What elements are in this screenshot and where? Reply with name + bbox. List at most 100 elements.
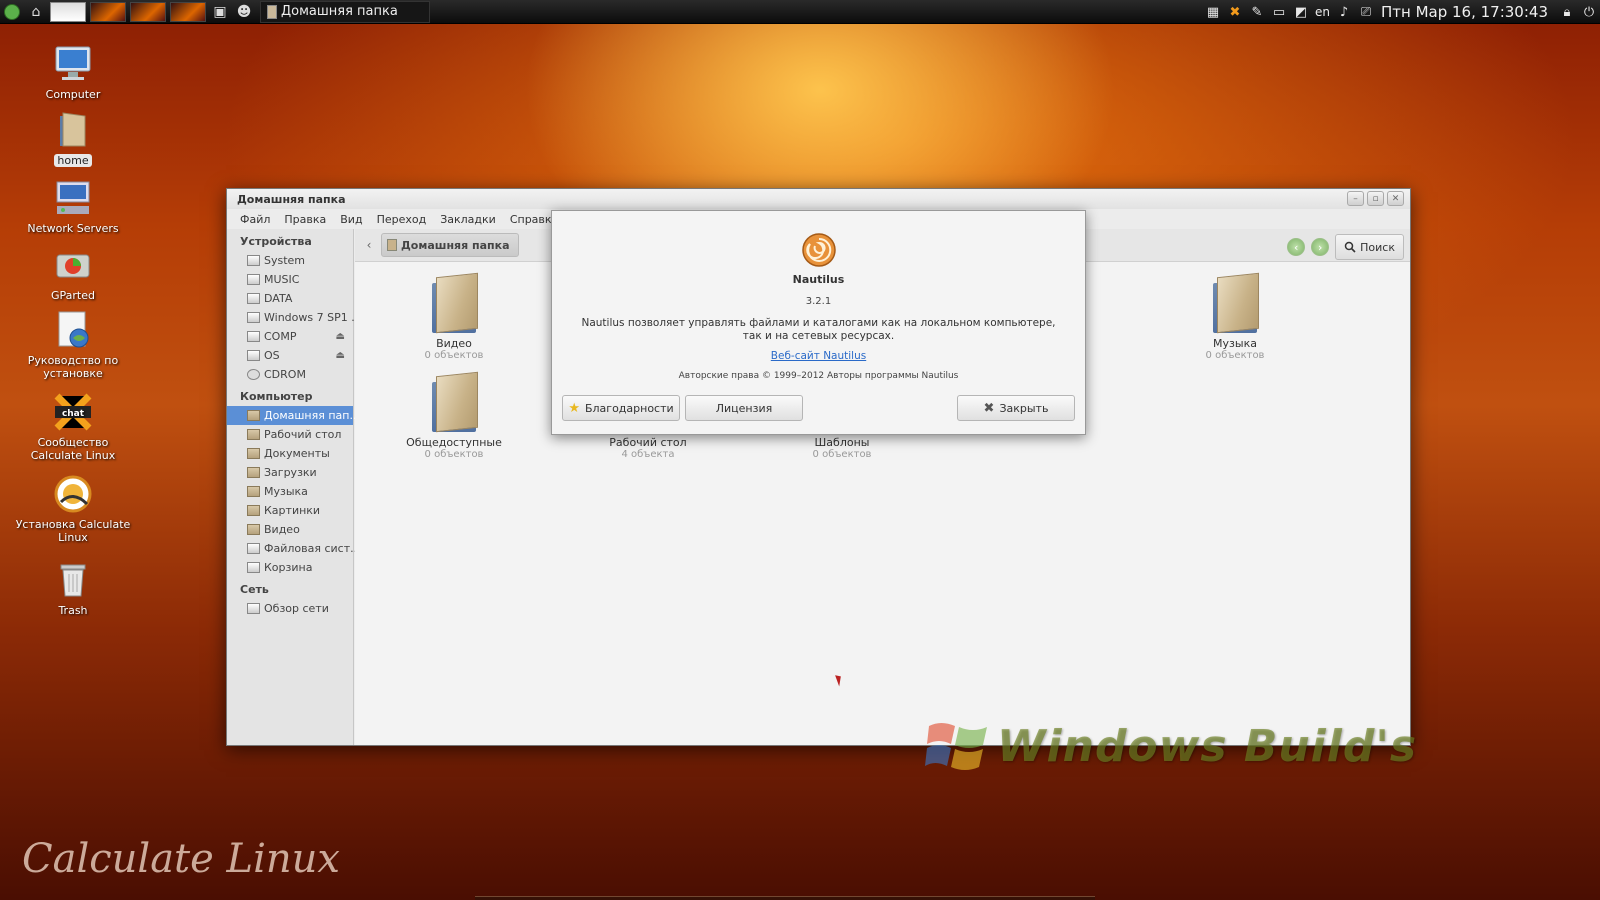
minimize-button[interactable]: – — [1347, 191, 1364, 206]
sidebar-item-downloads[interactable]: Загрузки — [227, 463, 353, 482]
sidebar: Устройства System MUSIC DATA Windows 7 S… — [227, 229, 362, 745]
file-item-videos[interactable]: Видео 0 объектов — [399, 272, 509, 361]
file-name: Видео — [436, 337, 472, 350]
sidebar-item-documents[interactable]: Документы — [227, 444, 353, 463]
sidebar-item-system[interactable]: System — [227, 251, 353, 270]
workspace-2[interactable] — [90, 1, 126, 22]
nav-back-icon[interactable]: ‹ — [1287, 238, 1306, 256]
home-button[interactable]: ⌂ — [24, 0, 48, 24]
sidebar-item-music-drive[interactable]: MUSIC — [227, 270, 353, 289]
file-item-music[interactable]: Музыка 0 объектов — [1180, 272, 1290, 361]
network-icon[interactable]: ⎚ — [1355, 0, 1377, 24]
workspace-1[interactable] — [50, 1, 86, 22]
license-button[interactable]: Лицензия — [685, 395, 803, 421]
sidebar-item-os[interactable]: OS ⏏ — [227, 346, 353, 365]
system-tray: ▦ ✖ ✎ ▭ ◩ en ♪ ⎚ Птн Мар 16, 17:30:43 🔒︎… — [1202, 0, 1600, 24]
about-description: Nautilus позволяет управлять файлами и к… — [581, 317, 1056, 342]
desktop-icon-trash[interactable]: Trash — [12, 560, 134, 617]
sidebar-item-filesystem[interactable]: Файловая сист... — [227, 539, 361, 558]
sidebar-item-videos[interactable]: Видео — [227, 520, 353, 539]
taskbar-item-label: Домашняя папка — [281, 4, 398, 19]
menu-file[interactable]: Файл — [233, 213, 277, 226]
sidebar-item-music[interactable]: Музыка — [227, 482, 353, 501]
desktop-icon-computer[interactable]: Computer — [12, 44, 134, 101]
keyboard-layout[interactable]: en — [1312, 5, 1333, 19]
desktop-icon-installer[interactable]: Установка Calculate Linux — [12, 474, 134, 544]
credits-button[interactable]: ★ Благодарности — [562, 395, 680, 421]
menu-edit[interactable]: Правка — [277, 213, 333, 226]
sidebar-item-label: Картинки — [264, 504, 321, 517]
trash-icon — [247, 562, 260, 573]
apps-menu-button[interactable] — [0, 0, 24, 24]
sidebar-item-comp[interactable]: COMP ⏏ — [227, 327, 353, 346]
sidebar-item-windows7[interactable]: Windows 7 SP1 ... — [227, 308, 362, 327]
file-count: 0 объектов — [812, 449, 872, 460]
power-icon[interactable]: ⏻ — [1578, 0, 1600, 24]
desktop-icon-network-servers[interactable]: Network Servers — [12, 178, 134, 235]
trash-icon — [53, 560, 93, 600]
network-servers-icon — [53, 178, 93, 218]
eject-icon[interactable]: ⏏ — [336, 331, 345, 342]
lock-icon[interactable]: 🔒︎ — [1556, 0, 1578, 24]
desktop-icon-label: Computer — [45, 88, 101, 101]
desktop-folder-icon — [247, 429, 260, 440]
sidebar-item-data[interactable]: DATA — [227, 289, 353, 308]
manual-icon — [53, 310, 93, 350]
sidebar-item-cdrom[interactable]: CDROM — [227, 365, 353, 384]
taskbar-item-home-folder[interactable]: Домашняя папка — [260, 0, 430, 23]
sidebar-item-trash[interactable]: Корзина — [227, 558, 353, 577]
home-folder-icon — [247, 410, 260, 421]
home-folder-icon — [53, 110, 93, 150]
home-icon: ⌂ — [31, 3, 41, 20]
clock[interactable]: Птн Мар 16, 17:30:43 — [1381, 3, 1548, 21]
menu-go[interactable]: Переход — [370, 213, 434, 226]
folder-tray-icon[interactable]: ▭ — [1268, 0, 1290, 24]
workspace-3[interactable] — [130, 1, 166, 22]
maximize-button[interactable]: ▫ — [1367, 191, 1384, 206]
volume-icon[interactable]: ♪ — [1333, 0, 1355, 24]
nav-forward-icon[interactable]: › — [1311, 238, 1330, 256]
back-button[interactable]: ‹ — [361, 238, 377, 252]
menu-bookmarks[interactable]: Закладки — [433, 213, 503, 226]
about-website-link[interactable]: Веб-сайт Nautilus — [771, 350, 866, 362]
sidebar-item-pictures[interactable]: Картинки — [227, 501, 353, 520]
search-button[interactable]: Поиск — [1335, 234, 1404, 260]
desktop-icon-manual[interactable]: Руководство по установке — [12, 310, 134, 380]
notes-icon[interactable]: ✎ — [1246, 0, 1268, 24]
chat-icon[interactable]: ✖ — [1224, 0, 1246, 24]
file-count: 0 объектов — [424, 350, 484, 361]
sidebar-item-label: DATA — [264, 292, 293, 305]
close-window-button[interactable]: ✕ — [1387, 191, 1404, 206]
image-viewer-button[interactable]: ▣ — [208, 0, 232, 24]
top-panel: ⌂ ▣ ☻ Домашняя папка ▦ ✖ ✎ ▭ ◩ en ♪ ⎚ Пт… — [0, 0, 1600, 24]
close-label: Закрыть — [999, 401, 1049, 415]
desktop-icon-label: home — [54, 154, 92, 167]
search-label: Поиск — [1360, 240, 1395, 254]
close-button[interactable]: ✖ Закрыть — [957, 395, 1075, 421]
window-titlebar[interactable]: Домашняя папка — [227, 189, 1410, 209]
path-bar-button[interactable]: Домашняя папка — [381, 233, 519, 257]
window-title: Домашняя папка — [237, 192, 346, 206]
credits-label: Благодарности — [584, 401, 674, 415]
sidebar-item-browse-network[interactable]: Обзор сети — [227, 599, 353, 618]
desktop-icon-gparted[interactable]: GParted — [12, 245, 134, 302]
sidebar-item-label: COMP — [264, 330, 297, 343]
desktop-icon-label: Руководство по установке — [27, 354, 119, 380]
folder-icon — [1209, 272, 1261, 335]
menu-view[interactable]: Вид — [333, 213, 369, 226]
screen-icon[interactable]: ◩ — [1290, 0, 1312, 24]
keyboard-icon[interactable]: ▦ — [1202, 0, 1224, 24]
workspace-4[interactable] — [170, 1, 206, 22]
gparted-icon — [53, 245, 93, 285]
watermark-text: Windows Build's — [997, 720, 1418, 772]
sidebar-item-desktop[interactable]: Рабочий стол — [227, 425, 353, 444]
eject-icon[interactable]: ⏏ — [336, 350, 345, 361]
desktop-icon-community[interactable]: chat Сообщество Calculate Linux — [12, 392, 134, 462]
folder-icon — [247, 448, 260, 459]
gimp-button[interactable]: ☻ — [232, 0, 256, 24]
sidebar-item-home[interactable]: Домашняя пап... — [227, 406, 360, 425]
license-label: Лицензия — [715, 401, 773, 415]
desktop-icon-home[interactable]: home — [12, 110, 134, 167]
desktop-icon-label: Trash — [58, 604, 88, 617]
file-item-public[interactable]: Общедоступные 0 объектов — [399, 371, 509, 460]
